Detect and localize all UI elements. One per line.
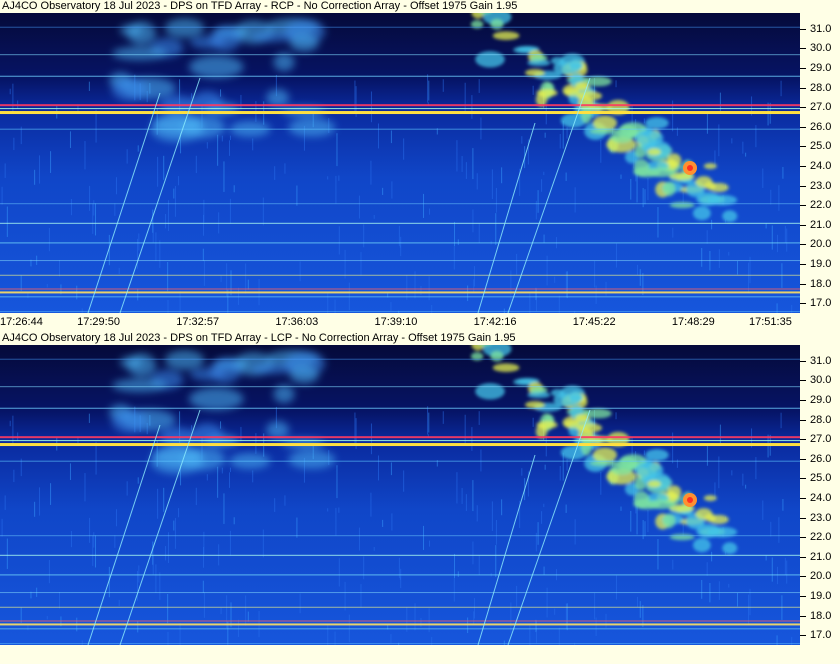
lcp-y-tick	[800, 595, 806, 597]
lcp-y-tick	[800, 419, 806, 421]
rcp-y-tick	[800, 165, 806, 167]
rcp-y-tick-label: 29.0	[810, 61, 832, 74]
x-tick-label: 17:29:50	[77, 316, 120, 328]
lcp-y-tick	[800, 439, 806, 441]
x-tick-label: 17:32:57	[176, 316, 220, 328]
lcp-y-tick-label: 19.0	[810, 589, 832, 602]
lcp-panel: AJ4CO Observatory 18 Jul 2023 - DPS on T…	[0, 332, 840, 664]
lcp-y-tick-label: 25.0	[810, 472, 832, 485]
x-tick-label: 17:51:35	[749, 316, 792, 328]
rcp-y-tick	[800, 28, 806, 30]
rcp-y-tick-label: 17.0	[810, 297, 832, 310]
lcp-y-tick	[800, 556, 806, 558]
lcp-y-tick	[800, 615, 806, 617]
lcp-spectrogram	[0, 345, 800, 645]
rcp-y-tick-label: 25.0	[810, 140, 832, 153]
rcp-y-tick	[800, 205, 806, 207]
rcp-y-tick	[800, 107, 806, 109]
rcp-y-tick-label: 19.0	[810, 257, 832, 270]
lcp-y-tick-label: 21.0	[810, 550, 832, 563]
rcp-y-tick-label: 26.0	[810, 120, 832, 133]
x-tick-label: 17:48:29	[671, 316, 715, 328]
lcp-y-tick-label: 20.0	[810, 570, 832, 583]
rcp-y-tick-label: 20.0	[810, 238, 832, 251]
rcp-spectrogram	[0, 13, 800, 313]
rcp-title: AJ4CO Observatory 18 Jul 2023 - DPS on T…	[2, 0, 518, 12]
rcp-y-axis: 31.0 30.0 29.0 28.0 27.0 26.0 25.0 24.0 23.0 22.0…	[800, 13, 840, 313]
lcp-y-tick-label: 30.0	[810, 374, 832, 387]
x-tick-label: 17:39:10	[374, 316, 418, 328]
rcp-y-tick	[800, 87, 806, 89]
lcp-y-tick-label: 29.0	[810, 393, 832, 406]
rcp-x-axis: 17:26:44 17:29:50 17:32:57 17:36:03 17:39:10…	[0, 313, 840, 331]
rcp-y-tick	[800, 244, 806, 246]
lcp-y-tick-label: 26.0	[810, 452, 832, 465]
rcp-y-tick-label: 23.0	[810, 179, 832, 192]
lcp-y-axis: 31.0 30.0 29.0 28.0 27.0 26.0 25.0 24.0 23.0 22.0…	[800, 345, 840, 645]
rcp-y-tick-label: 27.0	[810, 101, 832, 114]
lcp-y-tick	[800, 360, 806, 362]
lcp-y-tick	[800, 458, 806, 460]
lcp-y-tick	[800, 576, 806, 578]
x-tick-label: 17:45:22	[572, 316, 616, 328]
rcp-y-tick	[800, 224, 806, 226]
lcp-y-tick	[800, 537, 806, 539]
rcp-y-tick-label: 22.0	[810, 199, 832, 212]
rcp-y-tick	[800, 185, 806, 187]
lcp-title: AJ4CO Observatory 18 Jul 2023 - DPS on T…	[2, 332, 516, 344]
lcp-y-tick	[800, 478, 806, 480]
rcp-y-tick-label: 18.0	[810, 277, 832, 290]
lcp-y-tick	[800, 635, 806, 637]
lcp-y-tick	[800, 517, 806, 519]
x-tick-label: 17:36:03	[275, 316, 319, 328]
x-tick-label: 17:42:16	[473, 316, 517, 328]
lcp-y-tick-label: 17.0	[810, 629, 832, 642]
rcp-y-tick-label: 31.0	[810, 22, 832, 35]
lcp-y-tick-label: 18.0	[810, 609, 832, 622]
rcp-panel: AJ4CO Observatory 18 Jul 2023 - DPS on T…	[0, 0, 840, 332]
lcp-y-tick	[800, 399, 806, 401]
rcp-y-tick	[800, 303, 806, 305]
rcp-y-tick-label: 28.0	[810, 81, 832, 94]
rcp-y-tick	[800, 48, 806, 50]
rcp-y-tick	[800, 283, 806, 285]
lcp-y-tick-label: 24.0	[810, 491, 832, 504]
rcp-y-tick-label: 21.0	[810, 218, 832, 231]
rcp-y-tick	[800, 126, 806, 128]
lcp-y-tick	[800, 497, 806, 499]
lcp-y-tick-label: 28.0	[810, 413, 832, 426]
lcp-y-tick	[800, 380, 806, 382]
lcp-y-tick-label: 22.0	[810, 531, 832, 544]
rcp-y-tick	[800, 263, 806, 265]
lcp-y-tick-label: 27.0	[810, 433, 832, 446]
rcp-y-tick-label: 24.0	[810, 159, 832, 172]
rcp-y-tick-label: 30.0	[810, 42, 832, 55]
rcp-y-tick	[800, 146, 806, 148]
lcp-y-tick-label: 31.0	[810, 354, 832, 367]
rcp-y-tick	[800, 67, 806, 69]
x-tick-label: 17:26:44	[0, 316, 43, 328]
lcp-y-tick-label: 23.0	[810, 511, 832, 524]
